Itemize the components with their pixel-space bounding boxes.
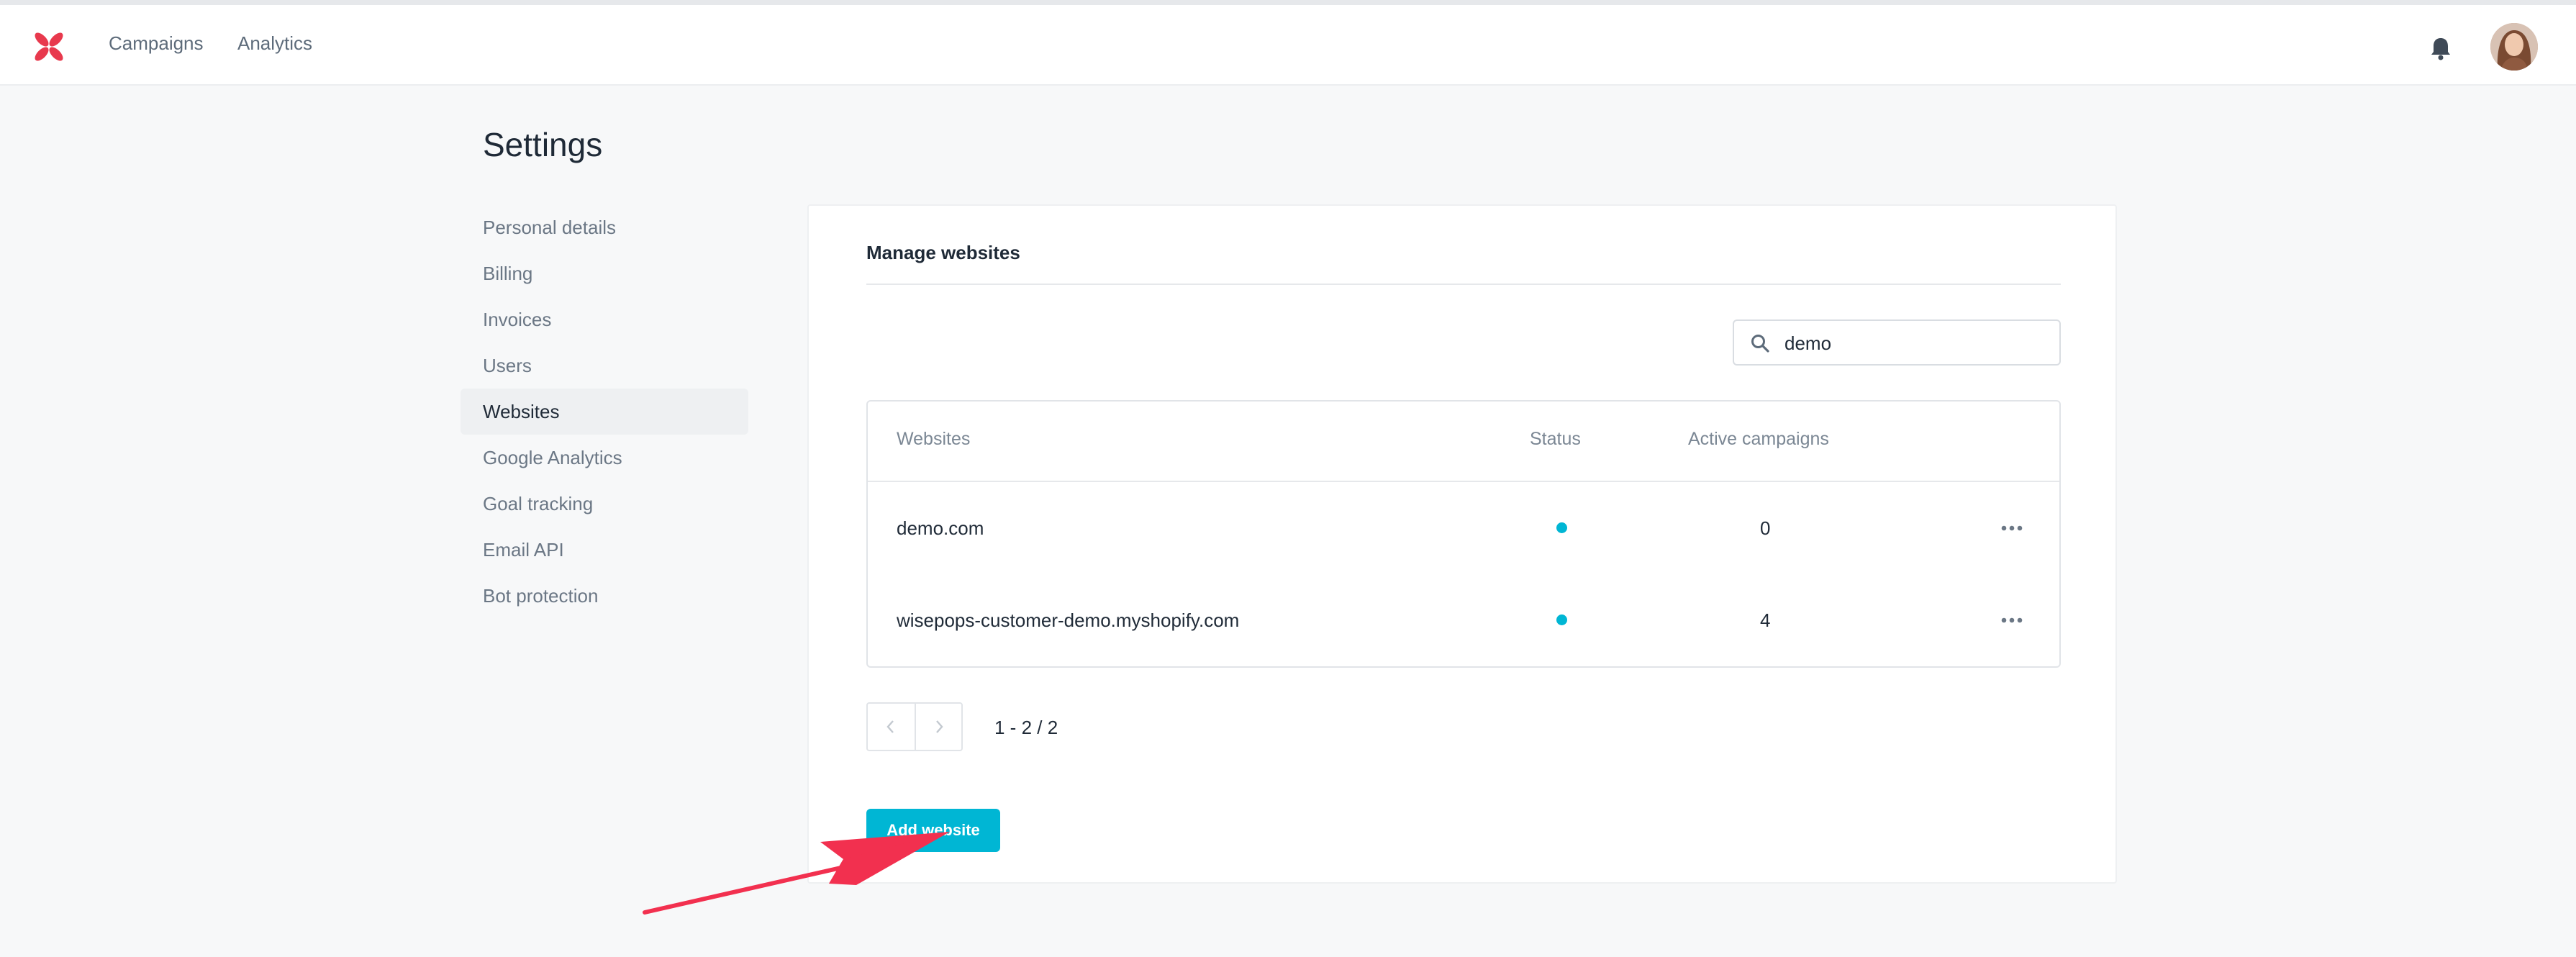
active-campaigns-count: 4 xyxy=(1760,609,1771,631)
manage-websites-card: Manage websites Websites Status Active c… xyxy=(807,204,2117,884)
column-header-websites: Websites xyxy=(897,429,971,449)
pagination-controls xyxy=(866,702,963,751)
more-icon[interactable] xyxy=(2000,524,2023,532)
search-icon xyxy=(1751,335,1769,353)
chevron-left-icon xyxy=(886,720,894,733)
divider xyxy=(866,284,2061,285)
website-name[interactable]: wisepops-customer-demo.myshopify.com xyxy=(897,609,1239,632)
sidebar-item-google-analytics[interactable]: Google Analytics xyxy=(461,435,748,481)
nav-link-campaigns[interactable]: Campaigns xyxy=(109,32,204,55)
nav-link-analytics[interactable]: Analytics xyxy=(237,32,312,55)
bell-icon[interactable] xyxy=(2426,34,2455,63)
column-header-status: Status xyxy=(1530,429,1581,449)
search-box xyxy=(1733,319,2061,366)
sidebar-item-bot-protection[interactable]: Bot protection xyxy=(461,573,748,619)
previous-page-button[interactable] xyxy=(868,704,915,750)
annotation-arrow xyxy=(643,832,950,915)
table-header-divider xyxy=(868,481,2059,482)
next-page-button[interactable] xyxy=(915,704,961,750)
sidebar-item-users[interactable]: Users xyxy=(461,343,748,389)
sidebar-item-invoices[interactable]: Invoices xyxy=(461,296,748,343)
status-dot xyxy=(1556,614,1567,625)
websites-table: Websites Status Active campaigns demo.co… xyxy=(866,400,2061,668)
sidebar-item-goal-tracking[interactable]: Goal tracking xyxy=(461,481,748,527)
more-icon[interactable] xyxy=(2000,616,2023,625)
column-header-active-campaigns: Active campaigns xyxy=(1688,429,1829,449)
page-title: Settings xyxy=(483,126,603,163)
card-title: Manage websites xyxy=(866,242,1020,263)
avatar[interactable] xyxy=(2490,23,2538,71)
top-border xyxy=(0,0,2576,5)
sidebar-item-websites[interactable]: Websites xyxy=(461,389,748,435)
settings-sidebar: Personal details Billing Invoices Users … xyxy=(461,204,748,619)
chevron-right-icon xyxy=(936,720,943,733)
search-input[interactable] xyxy=(1784,330,2044,357)
logo-icon[interactable] xyxy=(32,30,66,64)
pagination-info: 1 - 2 / 2 xyxy=(994,717,1058,738)
sidebar-item-personal-details[interactable]: Personal details xyxy=(461,204,748,250)
sidebar-item-billing[interactable]: Billing xyxy=(461,250,748,296)
status-dot xyxy=(1556,522,1567,533)
sidebar-item-email-api[interactable]: Email API xyxy=(461,527,748,573)
website-name[interactable]: demo.com xyxy=(897,517,984,540)
top-navbar: Campaigns Analytics xyxy=(0,5,2576,86)
active-campaigns-count: 0 xyxy=(1760,517,1771,539)
